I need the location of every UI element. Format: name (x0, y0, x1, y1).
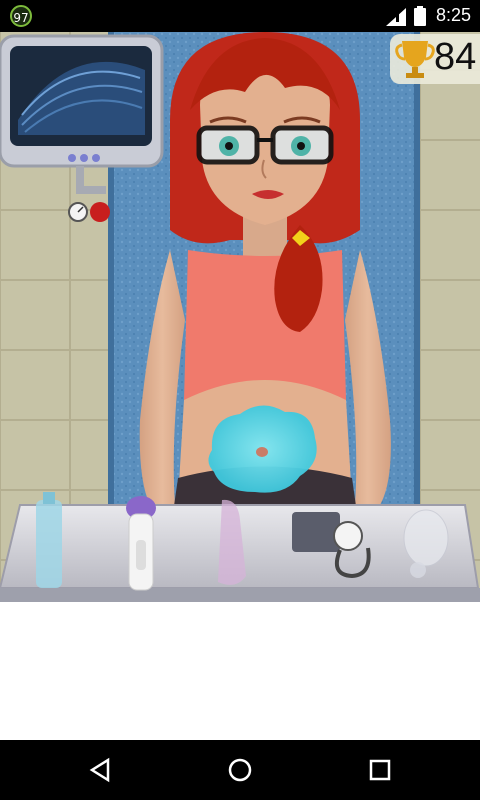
battery-icon (414, 6, 426, 26)
recents-icon (369, 759, 391, 781)
score-value: 84 (434, 36, 477, 78)
patient-belly[interactable] (200, 406, 330, 506)
trophy-icon (395, 41, 435, 78)
recents-button[interactable] (360, 754, 400, 786)
navigation-bar (0, 740, 480, 800)
speculum-tool[interactable] (210, 496, 254, 594)
home-icon (228, 758, 252, 782)
blood-pressure-monitor-tool[interactable] (286, 506, 376, 594)
back-icon (89, 757, 110, 783)
clock: 8:25 (436, 5, 472, 25)
status-bar: 97 8:25 (0, 0, 480, 32)
game-scene (0, 32, 480, 602)
back-button[interactable] (80, 754, 120, 786)
notification-badge: 97 (10, 5, 32, 27)
signal-icon (386, 8, 406, 26)
home-button[interactable] (220, 754, 260, 786)
blank-area (0, 602, 480, 740)
gel-bottle-tool[interactable] (28, 490, 72, 594)
ultrasound-probe-tool[interactable] (122, 494, 162, 594)
oxygen-mask-tool[interactable] (400, 504, 456, 594)
